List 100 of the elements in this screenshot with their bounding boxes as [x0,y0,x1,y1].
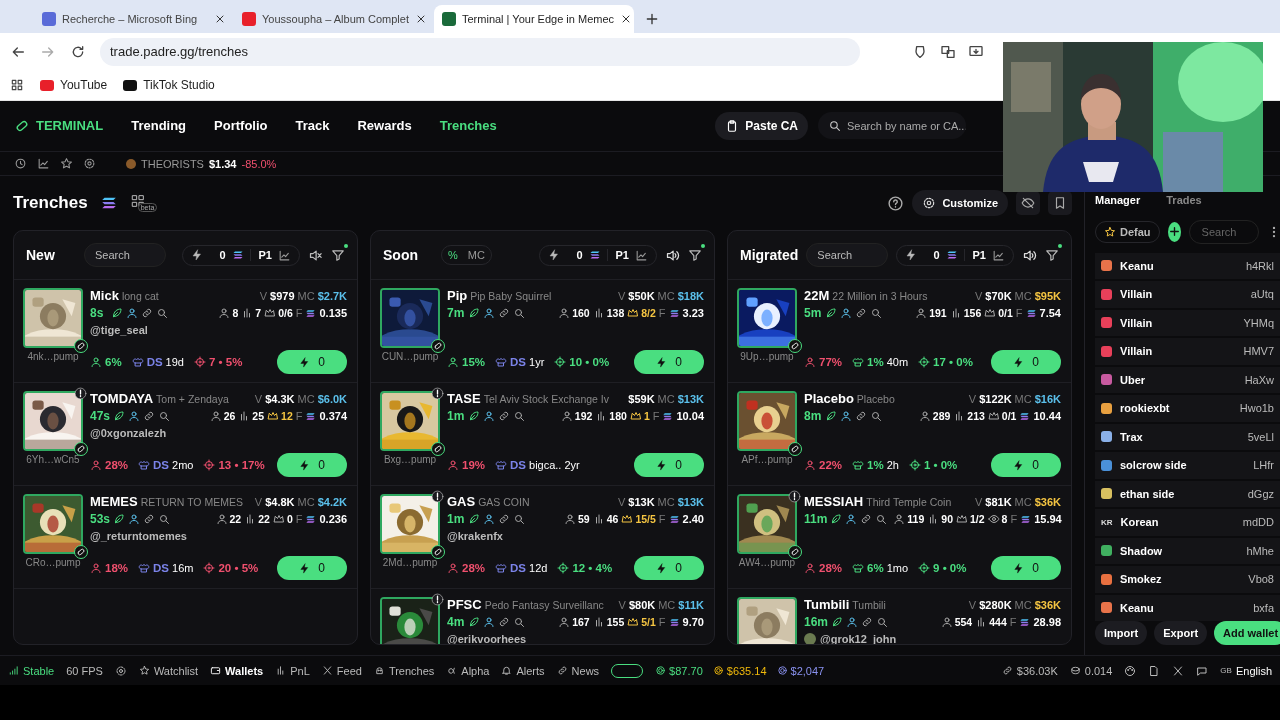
preset-tab[interactable]: P1 [963,249,986,261]
wallet-row[interactable]: Shadow hMhe [1095,537,1280,564]
person-icon [128,513,141,525]
customize-button[interactable]: Customize [912,190,1008,216]
creator-handle[interactable]: @krakenfx [447,530,503,542]
bookmark[interactable]: TikTok Studio [123,78,215,92]
search-field[interactable]: Search [806,243,889,267]
search-field[interactable]: Search [1188,219,1259,244]
search-icon [513,513,525,525]
nav-tab[interactable]: Portfolio [214,118,268,133]
bookmark[interactable]: YouTube [40,78,108,92]
add-button[interactable] [1167,221,1181,242]
wallet-row[interactable]: Smokez Vbo8 [1095,566,1280,593]
metric-value: 28% [105,459,129,471]
status-tab[interactable]: Feed [321,664,362,677]
top-holders-stat: 15/5 [621,513,656,525]
browser-tab[interactable]: Terminal | Your Edge in Memec [434,5,634,33]
wallet-row[interactable]: Keanu h4Rkl [1095,252,1280,279]
wallet-row[interactable]: solcrow side LHfr [1095,452,1280,479]
nav-tab[interactable]: Track [295,118,330,133]
address-bar[interactable]: trade.padre.gg/trenches [100,37,860,66]
ticker-symbol: THEORISTS [141,157,204,170]
new-tab-icon [644,11,660,27]
buy-button[interactable]: 0 [634,556,704,580]
creator-handle[interactable]: @tige_seal [90,324,148,336]
search-icon [156,307,168,319]
wallet-row[interactable]: Villain YHMq [1095,309,1280,336]
wallet-row[interactable]: Uber HaXw [1095,366,1280,393]
browser-tab[interactable]: Youssoupha – Album Complet [234,5,434,33]
hide-button[interactable] [1016,191,1040,215]
search-field[interactable]: Search [84,243,166,267]
sort-toggle[interactable]: % [448,249,458,261]
buy-button[interactable]: 0 [277,556,347,580]
gas-value: 0.014 [1084,664,1113,677]
link-icon [143,410,156,422]
buy-button[interactable]: 0 [277,350,347,374]
person-icon [846,616,859,628]
panel-tab[interactable]: Manager [1095,193,1141,206]
status-tab[interactable]: Watchlist [138,664,199,677]
panel-button[interactable]: Import [1095,621,1148,645]
buy-button[interactable]: 0 [991,453,1061,477]
lightning-icon [299,562,311,574]
metric-value: DS [510,356,526,368]
language-selector[interactable]: English [1235,664,1272,677]
metric-value: DS [146,356,163,368]
buy-button[interactable]: 0 [634,453,704,477]
holders-stat: 8 [218,307,239,319]
wallet-row[interactable]: rookiexbt Hwo1b [1095,395,1280,422]
panel-tab[interactable]: Trades [1166,193,1202,206]
preset-tab[interactable]: P1 [249,249,272,261]
panel-button[interactable]: Export [1154,621,1208,645]
buy-button[interactable]: 0 [991,350,1061,374]
metric-value: 28% [819,562,843,574]
creator-handle[interactable]: @0xgonzalezh [90,427,167,439]
creator-handle[interactable]: @erikvoorhees [447,633,527,644]
link-icon [1001,665,1013,676]
metric-value: DS [510,562,526,574]
column-title: New [26,247,56,263]
bookmark-button[interactable] [1048,191,1072,215]
wallet-row[interactable]: KR Korean mdDD [1095,509,1280,536]
creator-handle[interactable]: @_returntomemes [90,530,187,542]
search-icon [870,307,882,319]
holder-icon [447,459,459,471]
preset-tab[interactable]: P1 [606,249,629,261]
status-tab[interactable]: Alerts [501,664,545,677]
nav-tab[interactable]: Rewards [357,118,412,133]
wallet-row[interactable]: Villain aUtq [1095,281,1280,308]
status-tab[interactable]: Trenches [373,664,435,677]
paste-button[interactable]: Paste CA [715,111,808,140]
metric-value: 10 • 0% [569,356,610,368]
person-icon [840,410,852,422]
status-tab[interactable]: Alpha [446,664,490,677]
translate-icon [940,43,956,60]
status-tab[interactable]: Wallets [210,664,264,677]
sort-toggle[interactable]: MC [467,249,485,261]
stacked-bars-icon [945,249,958,261]
wallet-row[interactable]: Keanu bxfa [1095,594,1280,621]
wallet-row[interactable]: Villain HMV7 [1095,338,1280,365]
metric-value: 12d [529,562,548,574]
token-age: 1m [447,512,465,526]
holders-icon [918,410,931,422]
buy-button[interactable]: 0 [991,556,1061,580]
link-icon [143,513,156,525]
buy-button[interactable]: 0 [634,350,704,374]
nav-tab[interactable]: Trending [131,118,187,133]
wallet-row[interactable]: Trax 5veLl [1095,423,1280,450]
holders-stat: 289 [918,410,951,422]
nav-tab[interactable]: Trenches [439,118,497,133]
add-wallet-button[interactable]: Add wallet [1214,621,1280,645]
status-tab[interactable]: PnL [275,664,310,677]
metric-value: 28% [462,562,486,574]
browser-tab[interactable]: Recherche – Microsoft Bing [34,5,234,33]
status-tab[interactable]: News [556,664,600,677]
search-field[interactable]: Search by name or CA... [818,112,966,139]
hat-icon [495,562,508,574]
buy-button[interactable]: 0 [277,453,347,477]
person-icon [840,307,852,319]
hat-icon [495,459,508,471]
fee-label: F [295,410,303,422]
wallet-row[interactable]: ethan side dGgz [1095,480,1280,507]
